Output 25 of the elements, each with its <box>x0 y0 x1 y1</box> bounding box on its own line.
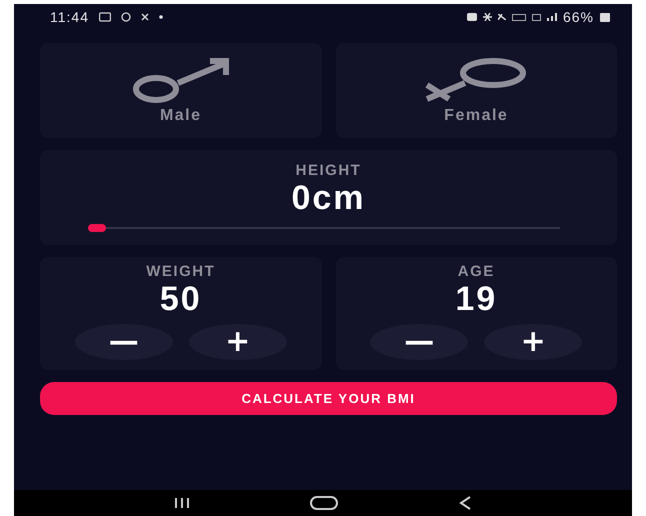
height-value: 0cm <box>291 179 366 217</box>
calculate-button[interactable]: CALCULATE YOUR BMI <box>40 382 617 415</box>
back-icon[interactable] <box>459 496 472 510</box>
gender-card[interactable]: Female <box>336 43 617 138</box>
decrement-button[interactable]: — <box>370 324 468 360</box>
gender-label: Female <box>444 106 508 124</box>
gender-card[interactable]: Male <box>40 43 322 138</box>
gender-label: Male <box>160 106 202 124</box>
decrement-button[interactable]: — <box>74 324 173 360</box>
home-icon[interactable] <box>310 496 338 510</box>
battery-icon <box>600 12 610 22</box>
dot-icon <box>159 15 163 19</box>
status-time: 11:44 <box>50 9 89 25</box>
counter-value: 50 <box>160 280 202 318</box>
slider-thumb[interactable] <box>88 224 106 232</box>
counter-value: 19 <box>455 280 498 318</box>
bluetooth-icon <box>482 13 492 21</box>
height-label: HEIGHT <box>296 162 362 179</box>
increment-button[interactable]: + <box>188 324 287 360</box>
signal-icon <box>546 13 557 21</box>
counter-label: WEIGHT <box>146 263 216 280</box>
battery-percent: 66% <box>562 9 594 25</box>
counter-label: AGE <box>458 263 495 280</box>
increment-button[interactable]: + <box>484 324 582 360</box>
recent-apps-icon[interactable] <box>174 498 189 508</box>
